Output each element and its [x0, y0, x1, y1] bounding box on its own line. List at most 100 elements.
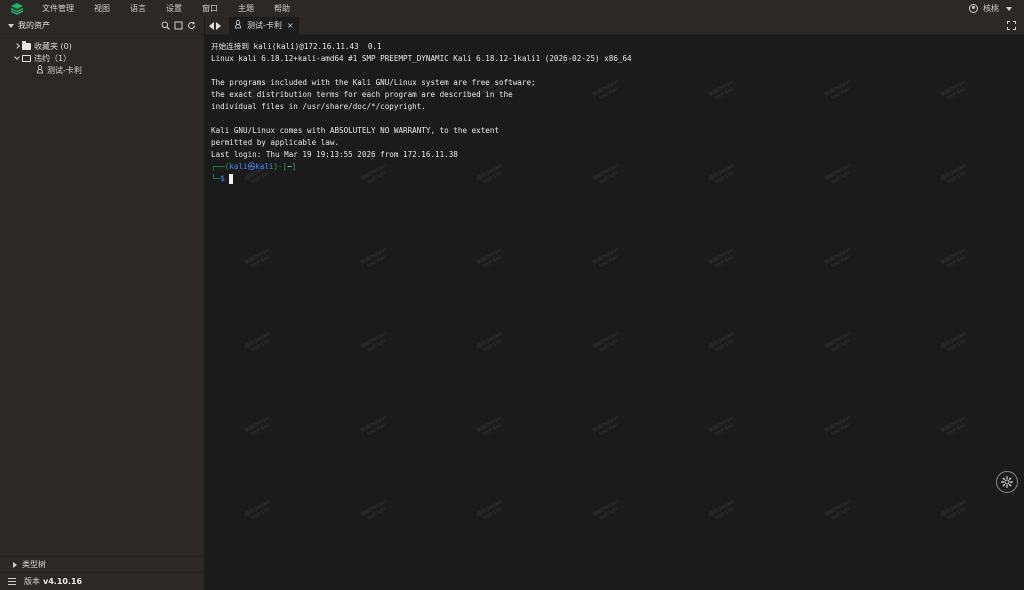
- menu-language[interactable]: 语言: [130, 3, 146, 14]
- watermark-text: 核桃(hetao) test-kali: [475, 414, 504, 438]
- tab-next-icon[interactable]: [216, 21, 221, 30]
- fullscreen-icon[interactable]: [1007, 21, 1016, 30]
- watermark-text: 核桃(hetao) test-kali: [823, 246, 852, 270]
- caret-down-icon: [1006, 6, 1012, 11]
- type-tree-toggle[interactable]: 类型树: [0, 556, 204, 572]
- watermark-text: 核桃(hetao) test-kali: [939, 414, 968, 438]
- prompt-frame: └─: [211, 174, 221, 183]
- watermark-text: 核桃(hetao) test-kali: [243, 330, 272, 354]
- watermark-text: 核桃(hetao) test-kali: [707, 414, 736, 438]
- terminal-line: permitted by applicable law.: [211, 138, 340, 147]
- watermark-text: 核桃(hetao) test-kali: [243, 498, 272, 522]
- version-label: 版本: [24, 577, 40, 586]
- watermark-text: 核桃(hetao) test-kali: [591, 246, 620, 270]
- user-icon: [969, 4, 978, 13]
- user-name: 核桃: [983, 4, 999, 13]
- version-value: v4.10.16: [43, 577, 83, 586]
- watermark-text: 核桃(hetao) test-kali: [359, 330, 388, 354]
- refresh-icon[interactable]: [187, 21, 196, 30]
- terminal-line: Last login: Thu Mar 19 19:13:55 2026 fro…: [211, 150, 458, 159]
- tree-item-label: 测试-卡利: [47, 65, 82, 75]
- terminal-line: the exact distribution terms for each pr…: [211, 90, 513, 99]
- prompt-frame: )-[: [273, 162, 288, 171]
- terminal-cursor: [229, 174, 234, 184]
- prompt-line-1: ┌──(kali㉿kali)-[~]: [211, 161, 1024, 173]
- search-icon[interactable]: [161, 21, 170, 30]
- type-tree-label: 类型树: [22, 560, 46, 569]
- user-menu[interactable]: 核桃: [969, 3, 1012, 14]
- watermark-text: 核桃(hetao) test-kali: [243, 414, 272, 438]
- asset-tree: 收藏夹 (0) 违约（1） 测试-卡利: [0, 35, 204, 76]
- terminal-line: individual files in /usr/share/doc/*/cop…: [211, 102, 426, 111]
- watermark-text: 核桃(hetao) test-kali: [475, 498, 504, 522]
- tree-item-host[interactable]: 测试-卡利: [0, 64, 204, 76]
- menu-file-manager[interactable]: 文件管理: [42, 3, 74, 14]
- prompt-line-2: └─$: [211, 173, 1024, 185]
- sidebar: 我的资产 收藏夹 (0) 违约（1） 测试-卡利 类型树 版本 v4.10.16: [0, 17, 205, 590]
- tab-label: 测试-卡利: [247, 21, 282, 30]
- terminal-line: Kali GNU/Linux comes with ABSOLUTELY NO …: [211, 126, 500, 135]
- menu-window[interactable]: 窗口: [202, 3, 218, 14]
- menu-help[interactable]: 帮助: [274, 3, 290, 14]
- tree-item-group[interactable]: 违约（1）: [0, 52, 204, 64]
- menu-view[interactable]: 视图: [94, 3, 110, 14]
- sidebar-header[interactable]: 我的资产: [0, 17, 204, 35]
- watermark-text: 核桃(hetao) test-kali: [939, 246, 968, 270]
- collapse-caret-icon[interactable]: [8, 23, 14, 28]
- linux-icon: [234, 20, 242, 31]
- watermark-text: 核桃(hetao) test-kali: [359, 414, 388, 438]
- watermark-text: 核桃(hetao) test-kali: [591, 414, 620, 438]
- tab-test-kali[interactable]: 测试-卡利 ×: [229, 16, 299, 35]
- watermark-text: 核桃(hetao) test-kali: [475, 246, 504, 270]
- main-area: 测试-卡利 × 核桃(hetao) test-kali 核桃(hetao) test-…: [205, 16, 1024, 590]
- linux-icon: [36, 64, 44, 76]
- terminal-line: The programs included with the Kali GNU/…: [211, 78, 536, 87]
- watermark-text: 核桃(hetao) test-kali: [707, 498, 736, 522]
- watermark-text: 核桃(hetao) test-kali: [591, 330, 620, 354]
- terminal-line: Linux kali 6.18.12+kali-amd64 #1 SMP PRE…: [211, 54, 632, 63]
- watermark-text: 核桃(hetao) test-kali: [939, 330, 968, 354]
- chevron-right-icon[interactable]: [12, 43, 22, 49]
- tree-item-label: 收藏夹 (0): [34, 41, 72, 51]
- tab-nav: [209, 21, 221, 30]
- version-bar: 版本 v4.10.16: [0, 572, 204, 590]
- menubar: 文件管理 视图 语言 设置 窗口 主题 帮助 核桃: [0, 0, 1024, 17]
- prompt-user: kali㉿kali: [229, 162, 274, 171]
- gear-icon: [1001, 476, 1013, 488]
- watermark-text: 核桃(hetao) test-kali: [823, 330, 852, 354]
- watermark-text: 核桃(hetao) test-kali: [359, 246, 388, 270]
- tab-bar: 测试-卡利 ×: [205, 16, 1024, 35]
- tree-item-label: 违约（1）: [34, 53, 72, 63]
- tab-prev-icon[interactable]: [209, 21, 214, 30]
- watermark-text: 核桃(hetao) test-kali: [707, 246, 736, 270]
- settings-button[interactable]: [996, 471, 1018, 493]
- prompt-symbol: $: [220, 174, 225, 183]
- watermark-text: 核桃(hetao) test-kali: [359, 498, 388, 522]
- terminal[interactable]: 核桃(hetao) test-kali 核桃(hetao) test-kali 核桃(h…: [205, 35, 1024, 590]
- watermark-text: 核桃(hetao) test-kali: [823, 498, 852, 522]
- menu-list-icon[interactable]: [8, 578, 16, 585]
- folder-open-icon: [22, 54, 31, 62]
- caret-right-icon: [13, 561, 17, 568]
- menu-theme[interactable]: 主题: [238, 3, 254, 14]
- sidebar-title: 我的资产: [18, 21, 50, 30]
- watermark-text: 核桃(hetao) test-kali: [243, 246, 272, 270]
- menu-settings[interactable]: 设置: [166, 3, 182, 14]
- watermark-text: 核桃(hetao) test-kali: [707, 330, 736, 354]
- sidebar-tools: [161, 21, 196, 30]
- prompt-frame: ]: [291, 162, 297, 171]
- square-icon[interactable]: [174, 21, 183, 30]
- sidebar-footer: 类型树 版本 v4.10.16: [0, 556, 204, 590]
- watermark-text: 核桃(hetao) test-kali: [475, 330, 504, 354]
- folder-icon: [22, 40, 31, 50]
- app-logo-icon: [10, 2, 24, 16]
- chevron-down-icon[interactable]: [12, 54, 22, 60]
- watermark-text: 核桃(hetao) test-kali: [591, 498, 620, 522]
- terminal-line: 开始连接到 kali(kali)@172.16.11.43 0.1: [211, 42, 382, 51]
- watermark-text: 核桃(hetao) test-kali: [939, 498, 968, 522]
- tree-item-favorites[interactable]: 收藏夹 (0): [0, 40, 204, 52]
- close-icon[interactable]: ×: [287, 21, 294, 30]
- prompt-frame: ┌──(: [211, 162, 230, 171]
